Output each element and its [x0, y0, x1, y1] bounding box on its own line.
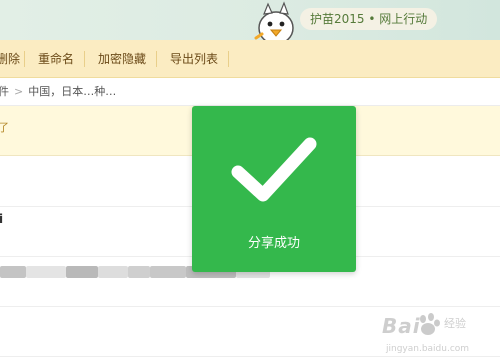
toast-message: 分享成功: [247, 236, 300, 251]
toolbar-divider: [156, 51, 157, 67]
top-banner: 护苗2015 • 网上行动: [0, 0, 500, 40]
file-toolbar: 删除 重命名 加密隐藏 导出列表: [0, 40, 500, 78]
toolbar-divider: [228, 51, 229, 67]
watermark-url: jingyan.baidu.com: [386, 344, 470, 354]
delete-button[interactable]: 删除: [0, 40, 20, 78]
breadcrumb-separator: >: [14, 85, 24, 98]
share-success-toast: 分享成功: [192, 106, 356, 272]
rename-button[interactable]: 重命名: [38, 40, 74, 78]
checkmark-icon: [231, 137, 317, 202]
breadcrumb-current: 中国，日本…种…: [28, 85, 117, 98]
watermark-sub: 经验: [444, 317, 466, 330]
notice-text-fragment: 了: [0, 121, 9, 134]
toolbar-divider: [24, 51, 25, 67]
encrypt-hide-button[interactable]: 加密隐藏: [98, 40, 146, 78]
toolbar-divider: [84, 51, 85, 67]
export-list-button[interactable]: 导出列表: [170, 40, 218, 78]
watermark-brand: Bai: [382, 314, 421, 338]
breadcrumb: 件 > 中国，日本…种…: [0, 78, 500, 106]
list-divider: [0, 306, 500, 307]
campaign-badge[interactable]: 护苗2015 • 网上行动: [300, 8, 438, 30]
paw-icon: [420, 313, 440, 335]
file-name-fragment[interactable]: i: [0, 212, 3, 226]
mascot-icon: [254, 1, 294, 40]
breadcrumb-parent[interactable]: 件: [0, 85, 9, 98]
baidu-jingyan-watermark: Bai 经验 jingyan.baidu.com: [382, 308, 494, 360]
